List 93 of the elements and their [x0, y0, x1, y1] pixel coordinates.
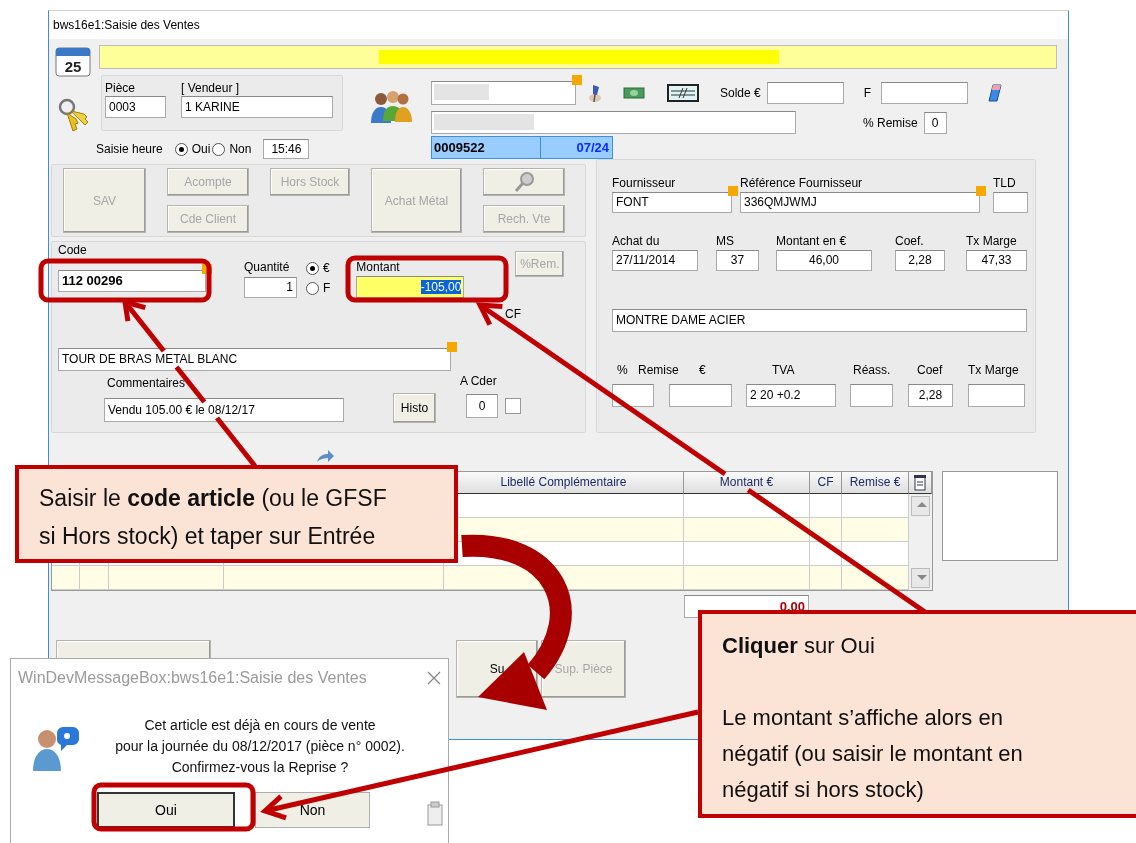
- field-label: Coef.: [895, 234, 925, 248]
- client-field[interactable]: [431, 81, 576, 105]
- quantity-field[interactable]: 1: [244, 277, 297, 298]
- field-label: % Remise: [863, 115, 918, 130]
- checkbox[interactable]: [505, 398, 521, 414]
- field-label: Référence Fournisseur: [740, 176, 864, 190]
- arrow-icon: [316, 449, 334, 463]
- field-label: Montant en €: [776, 234, 848, 248]
- dialog-message: Cet article est déjà en cours de vente pour la journée du 08/12/2017 (pièce n° 0002). Confirmez-vous la Reprise ?: [114, 716, 406, 777]
- search-icon: [513, 171, 535, 193]
- montant-field[interactable]: -105,00: [356, 276, 465, 298]
- table-cell: [80, 566, 109, 590]
- field-label: Fournisseur: [612, 176, 677, 190]
- table-cell: [810, 518, 842, 542]
- field-label: TLD: [993, 176, 1017, 190]
- field-label: €: [699, 363, 707, 377]
- clipboard-icon: [426, 801, 444, 827]
- close-icon: [426, 670, 442, 686]
- ticket-number: 0009522: [431, 136, 541, 159]
- field-label: A Cder: [460, 374, 498, 388]
- square-marker-icon: [202, 264, 212, 274]
- solde-field[interactable]: [766, 82, 844, 104]
- supplier-field[interactable]: 47,33: [966, 250, 1027, 271]
- square-marker-icon: [728, 186, 738, 196]
- square-marker-icon: [976, 186, 986, 196]
- dialog-button[interactable]: Oui: [97, 792, 235, 828]
- field-label: Tx Marge: [966, 234, 1018, 248]
- supplier-field[interactable]: 27/11/2014: [612, 250, 698, 271]
- field-label: [ Vendeur ]: [181, 81, 241, 95]
- pin-icon: [588, 82, 602, 104]
- square-marker-icon: [447, 342, 457, 352]
- field-label: Solde €: [720, 86, 761, 100]
- field-label: TVA: [772, 363, 796, 377]
- redacted-block: [434, 84, 489, 100]
- field-label: CF: [505, 307, 522, 321]
- piece-field[interactable]: 0003: [105, 96, 166, 118]
- field-label: Montant: [356, 260, 401, 274]
- radio-button[interactable]: Non: [212, 142, 252, 156]
- supplier-field[interactable]: 2,28: [908, 384, 953, 407]
- label-field[interactable]: TOUR DE BRAS METAL BLANC: [58, 348, 451, 371]
- code-field[interactable]: 112 00296: [58, 270, 206, 292]
- square-marker-icon: [572, 75, 582, 85]
- supplier-field[interactable]: [993, 192, 1028, 213]
- banknote-icon: [623, 87, 645, 99]
- field-label: Réass.: [853, 363, 892, 377]
- supplier-field[interactable]: FONT: [612, 192, 732, 213]
- time-field[interactable]: 15:46: [263, 139, 310, 159]
- table-cell: [810, 566, 842, 590]
- dialog-title: WinDevMessageBox:bws16e1:Saisie des Ventes: [18, 669, 367, 687]
- comment-field[interactable]: Vendu 105.00 € le 08/12/17: [104, 398, 344, 422]
- client-address-field[interactable]: [431, 111, 796, 134]
- field-label: Achat du: [612, 234, 661, 248]
- order-field[interactable]: 0: [466, 394, 498, 418]
- description-field[interactable]: MONTRE DAME ACIER: [612, 309, 1027, 332]
- field-label: Tx Marge: [968, 363, 1020, 377]
- cheque-icon: [667, 84, 699, 102]
- column-header[interactable]: CF: [810, 472, 842, 494]
- table-cell: [52, 566, 80, 590]
- field-label: Pièce: [105, 81, 137, 95]
- scrollbar[interactable]: [909, 494, 932, 590]
- vendeur-field[interactable]: 1 KARINE: [181, 96, 333, 118]
- callout-text: Saisir le code article (ou le GFSF si Hors stock) et taper sur Entrée: [39, 484, 388, 551]
- field-label: Commentaires: [107, 376, 187, 390]
- callout-text: Le montant s’affiche alors en négatif (ou saisir le montant en négatif si hors stock): [722, 704, 1024, 804]
- supplier-field[interactable]: [669, 384, 732, 407]
- field-label: Quantité: [244, 260, 291, 274]
- remise-field[interactable]: 0: [923, 111, 947, 134]
- column-header[interactable]: Montant €: [684, 472, 810, 494]
- field-label: Code: [58, 243, 88, 257]
- field-label: Coef: [917, 363, 944, 377]
- histo-button[interactable]: Histo: [393, 393, 436, 423]
- supplier-field[interactable]: [850, 384, 893, 407]
- table-icon: [912, 473, 928, 492]
- close-button[interactable]: [426, 670, 442, 686]
- field-label: Remise: [638, 363, 680, 377]
- supplier-field[interactable]: 2,28: [895, 250, 945, 271]
- period-label: 07/24: [541, 136, 613, 159]
- supplier-field[interactable]: 336QMJWMJ: [740, 192, 980, 213]
- field-label: Saisie heure: [96, 142, 163, 156]
- field-label: %: [617, 363, 629, 377]
- radio-button[interactable]: Oui: [174, 142, 211, 156]
- supplier-field[interactable]: 2 20 +0.2: [746, 384, 836, 407]
- field-label: F: [863, 86, 872, 100]
- franc-field[interactable]: [881, 82, 969, 104]
- column-header[interactable]: Remise €: [842, 472, 909, 494]
- callout-text: Cliquer sur Oui: [722, 632, 876, 660]
- supplier-field[interactable]: 46,00: [776, 250, 872, 271]
- eraser-icon: [988, 84, 1003, 102]
- supplier-field[interactable]: [968, 384, 1025, 407]
- window-title: bws16e1:Saisie des Ventes: [49, 11, 1068, 39]
- field-label: MS: [716, 234, 735, 248]
- supplier-field[interactable]: 37: [716, 250, 759, 271]
- table-cell: [842, 518, 909, 542]
